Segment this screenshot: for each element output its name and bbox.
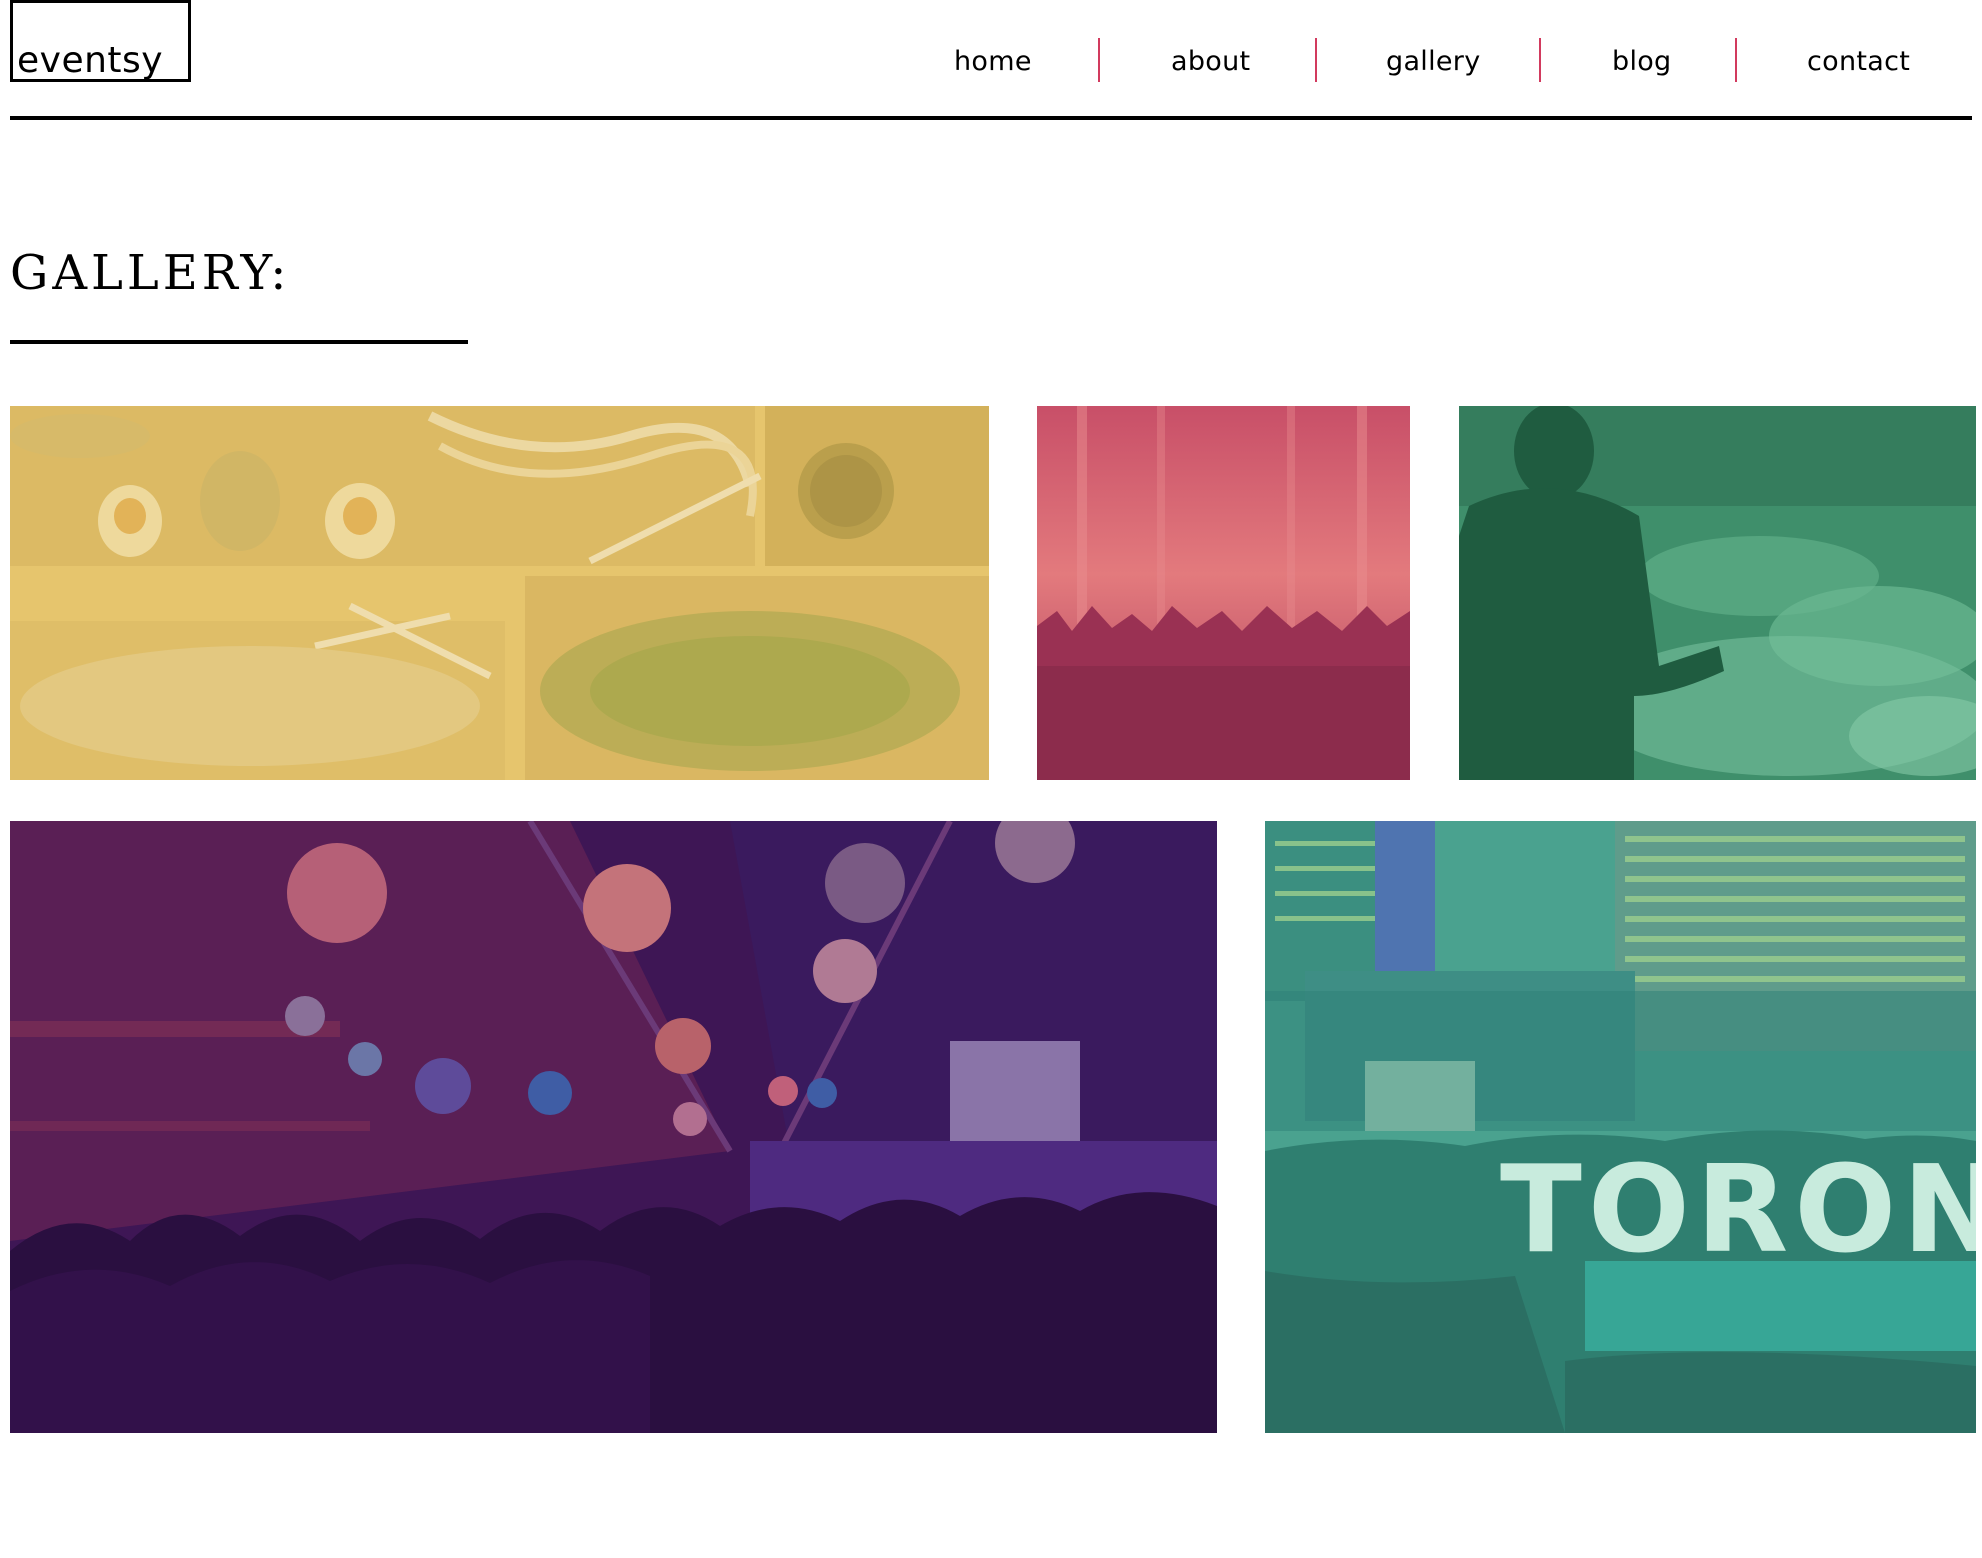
main-nav: home about gallery blog contact (900, 36, 1982, 86)
nav-separator (1315, 38, 1317, 82)
gallery-image-market[interactable] (10, 821, 1217, 1433)
nav-separator (1098, 38, 1100, 82)
header-divider (10, 116, 1972, 120)
title-underline (10, 340, 468, 344)
market-photo-illustration (10, 821, 1217, 1433)
nav-separator (1539, 38, 1541, 82)
food-photo-illustration (10, 406, 989, 780)
nav-blog[interactable]: blog (1612, 46, 1672, 77)
concert-photo-illustration (1037, 406, 1410, 780)
page-title: GALLERY: (10, 245, 291, 301)
toronto-sign-text: TORONT (1500, 1141, 1976, 1280)
gallery-image-speaker[interactable] (1459, 406, 1976, 780)
logo-text: eventsy (17, 40, 164, 81)
nav-about[interactable]: about (1171, 46, 1250, 77)
nav-home[interactable]: home (954, 46, 1032, 77)
speaker-photo-illustration (1459, 406, 1976, 780)
nav-separator (1735, 38, 1737, 82)
toronto-photo-illustration: TORONT (1265, 821, 1976, 1433)
gallery-image-concert[interactable] (1037, 406, 1410, 780)
nav-gallery[interactable]: gallery (1386, 46, 1480, 77)
gallery-image-toronto[interactable]: TORONT (1265, 821, 1976, 1433)
nav-contact[interactable]: contact (1807, 46, 1910, 77)
gallery-image-food[interactable] (10, 406, 989, 780)
logo[interactable]: eventsy (10, 0, 191, 82)
